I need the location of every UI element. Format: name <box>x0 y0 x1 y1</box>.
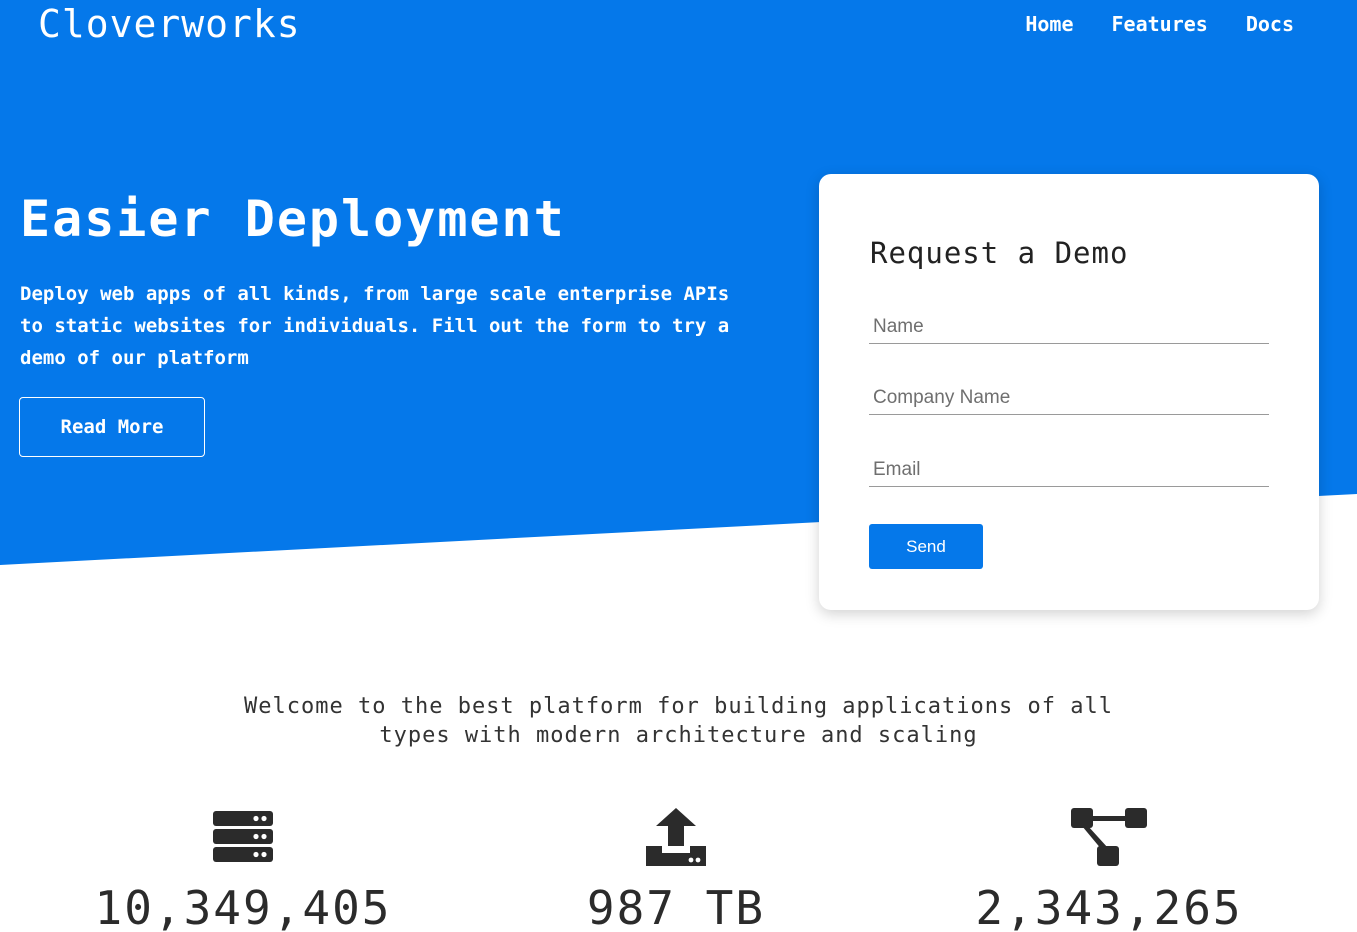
top-nav: Home Features Docs <box>1025 12 1294 36</box>
read-more-button[interactable]: Read More <box>19 397 205 457</box>
stat-value: 987 TB <box>586 881 766 932</box>
stat-connections: 2,343,265 <box>899 806 1319 932</box>
company-name-field[interactable] <box>869 381 1269 415</box>
stat-storage: 987 TB <box>466 806 886 932</box>
request-demo-card: Request a Demo Send <box>819 174 1319 610</box>
nav-docs-link[interactable]: Docs <box>1246 12 1294 36</box>
stat-value: 2,343,265 <box>975 881 1243 932</box>
nav-home-link[interactable]: Home <box>1025 12 1073 36</box>
hero-description: Deploy web apps of all kinds, from large… <box>20 283 730 369</box>
stat-value: 10,349,405 <box>94 881 392 932</box>
name-field[interactable] <box>869 310 1269 344</box>
send-button[interactable]: Send <box>869 524 983 569</box>
hero-title: Easier Deployment <box>20 190 566 248</box>
upload-icon <box>646 808 706 866</box>
brand-logo[interactable]: Cloverworks <box>38 2 301 46</box>
email-field[interactable] <box>869 453 1269 487</box>
nav-features-link[interactable]: Features <box>1112 12 1208 36</box>
server-icon <box>213 811 273 862</box>
stat-deployments: 10,349,405 <box>33 806 453 932</box>
welcome-line-1: Welcome to the best platform for buildin… <box>244 694 1113 719</box>
welcome-text: Welcome to the best platform for buildin… <box>0 692 1357 750</box>
landing-page: Cloverworks Home Features Docs Easier De… <box>0 0 1357 932</box>
welcome-line-2: types with modern architecture and scali… <box>379 723 978 748</box>
sitemap-icon <box>1071 808 1147 866</box>
demo-form-title: Request a Demo <box>870 236 1129 270</box>
